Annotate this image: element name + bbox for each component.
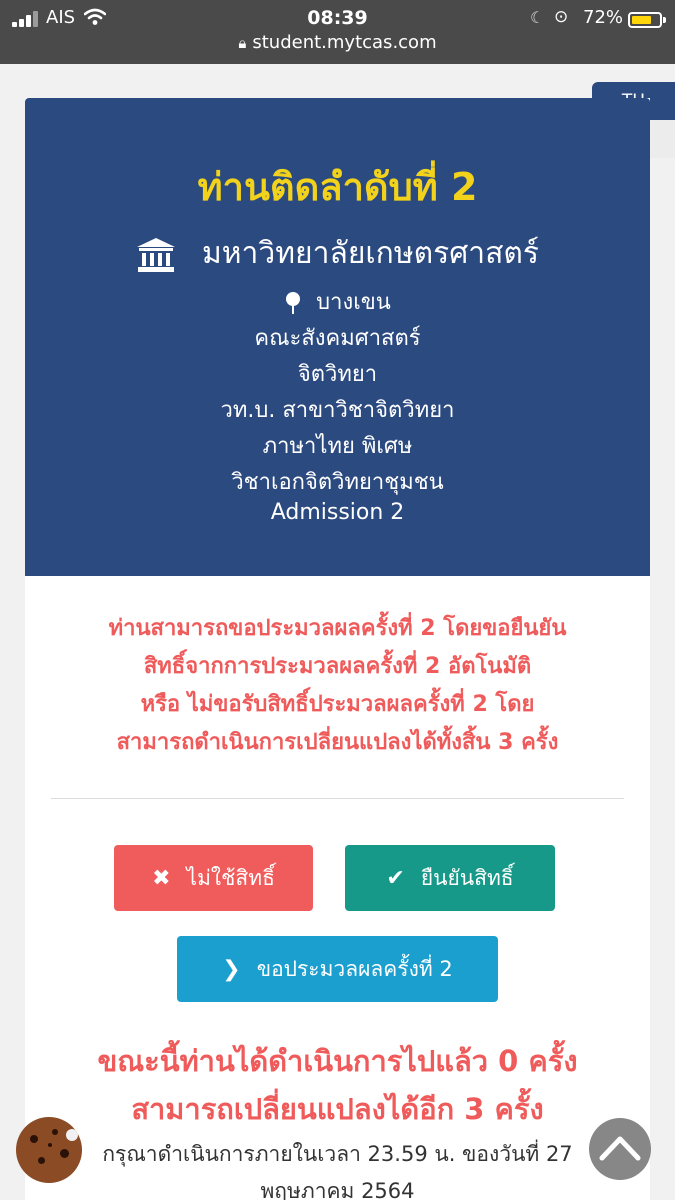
cookie-icon xyxy=(16,1117,82,1183)
deadline-text: กรุณาดำเนินการภายในเวลา 23.59 น. ของวันท… xyxy=(102,1142,573,1166)
campus-row: บางเขน xyxy=(25,284,650,319)
institution-icon xyxy=(137,237,175,272)
decline-button[interactable]: ✖ ไม่ใช้สิทธิ์ xyxy=(114,845,313,911)
divider xyxy=(51,798,624,799)
check-icon: ✔ xyxy=(386,865,405,891)
notice-line: หรือ ไม่ขอรับสิทธิ์ประมวลผลครั้งที่ 2 โด… xyxy=(140,692,535,717)
notice-line: สิทธิ์จากการประมวลผลครั้งที่ 2 อัตโนมัติ xyxy=(143,654,532,679)
battery-icon xyxy=(628,12,666,28)
major-name: วิชาเอกจิตวิทยาชุมชน xyxy=(231,470,444,495)
lock-icon: 🔒︎ xyxy=(238,34,247,52)
confirm-label: ยืนยันสิทธิ์ xyxy=(420,865,514,890)
confirm-button[interactable]: ✔ ยืนยันสิทธิ์ xyxy=(345,845,555,911)
status-bar: AIS 08:39 ☾ ⊙ 72% xyxy=(0,4,675,32)
chevron-right-icon: ❯ xyxy=(222,956,241,982)
result-header: ท่านติดลำดับที่ 2 มหาวิทยาลัยเกษตรศาสตร์… xyxy=(25,98,650,576)
deadline-date: พฤษภาคม 2564 xyxy=(260,1179,415,1200)
campus-name: บางเขน xyxy=(316,290,391,315)
decline-label: ไม่ใช้สิทธิ์ xyxy=(186,865,275,890)
do-not-disturb-icon: ☾ xyxy=(530,8,545,27)
field-name: จิตวิทยา xyxy=(297,362,378,387)
clock: 08:39 xyxy=(307,7,368,29)
notice-text: ท่านสามารถขอประมวลผลครั้งที่ 2 โดยขอยืนย… xyxy=(25,610,650,762)
rotation-lock-icon: ⊙ xyxy=(554,7,569,27)
result-card: ท่านติดลำดับที่ 2 มหาวิทยาลัยเกษตรศาสตร์… xyxy=(25,98,650,1200)
process-label: ขอประมวลผลครั้งที่ 2 xyxy=(256,956,453,981)
scroll-to-top-button[interactable] xyxy=(589,1118,651,1180)
result-title: ท่านติดลำดับที่ 2 xyxy=(197,165,478,209)
cookie-settings-button[interactable] xyxy=(16,1117,82,1183)
browser-top-bar: AIS 08:39 ☾ ⊙ 72% 🔒︎ student.mytcas.com xyxy=(0,0,675,64)
changes-remaining-text: สามารถเปลี่ยนแปลงได้อีก 3 ครั้ง xyxy=(131,1092,544,1126)
university-name: มหาวิทยาลัยเกษตรศาสตร์ xyxy=(202,236,539,271)
notice-line: ท่านสามารถขอประมวลผลครั้งที่ 2 โดยขอยืนย… xyxy=(108,616,567,641)
actions-done-text: ขณะนี้ท่านได้ดำเนินการไปแล้ว 0 ครั้ง xyxy=(97,1044,578,1078)
chevron-up-icon xyxy=(599,1136,641,1161)
university-row: มหาวิทยาลัยเกษตรศาสตร์ xyxy=(25,230,650,277)
degree-name: วท.บ. สาขาวิชาจิตวิทยา xyxy=(220,398,455,423)
url-text: student.mytcas.com xyxy=(252,32,437,53)
map-pin-icon xyxy=(286,292,301,314)
admission-round: Admission 2 xyxy=(270,500,405,525)
program-name: ภาษาไทย พิเศษ xyxy=(262,434,413,459)
faculty-name: คณะสังคมศาสตร์ xyxy=(254,326,421,351)
notice-line: สามารถดำเนินการเปลี่ยนแปลงได้ทั้งสิ้น 3 … xyxy=(116,730,559,755)
process-round-2-button[interactable]: ❯ ขอประมวลผลครั้งที่ 2 xyxy=(177,936,498,1002)
close-icon: ✖ xyxy=(152,865,171,891)
address-bar[interactable]: 🔒︎ student.mytcas.com xyxy=(0,32,675,53)
battery-percent: 72% xyxy=(583,7,624,28)
